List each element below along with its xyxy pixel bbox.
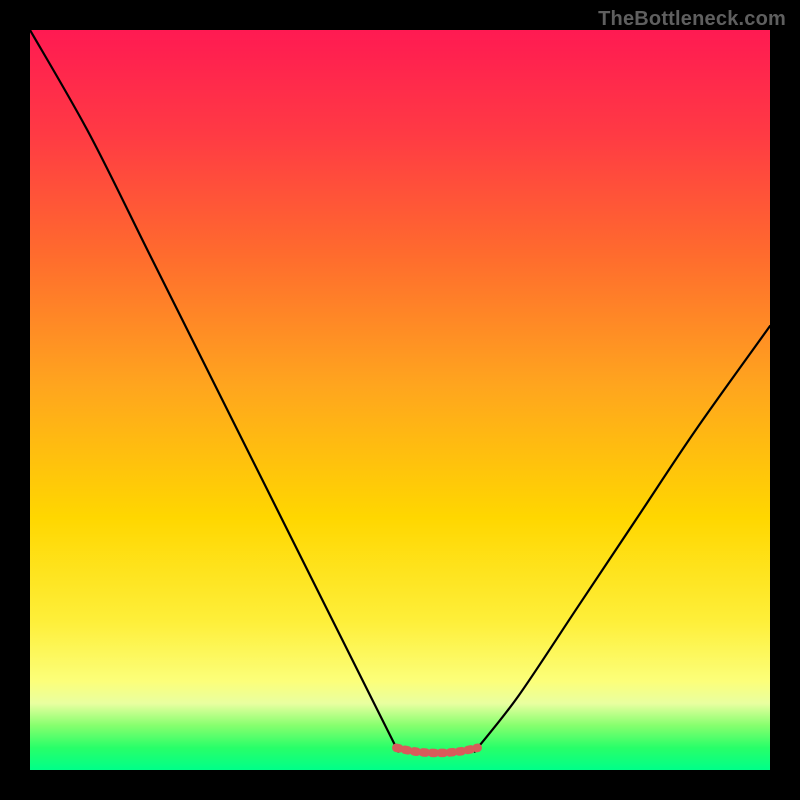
plot-area — [30, 30, 770, 770]
left-curve — [30, 30, 398, 752]
curve-layer — [30, 30, 770, 770]
watermark-text: TheBottleneck.com — [598, 8, 786, 31]
right-curve — [475, 326, 770, 752]
chart-frame: TheBottleneck.com — [0, 0, 800, 800]
valley-dot-band — [396, 748, 477, 753]
